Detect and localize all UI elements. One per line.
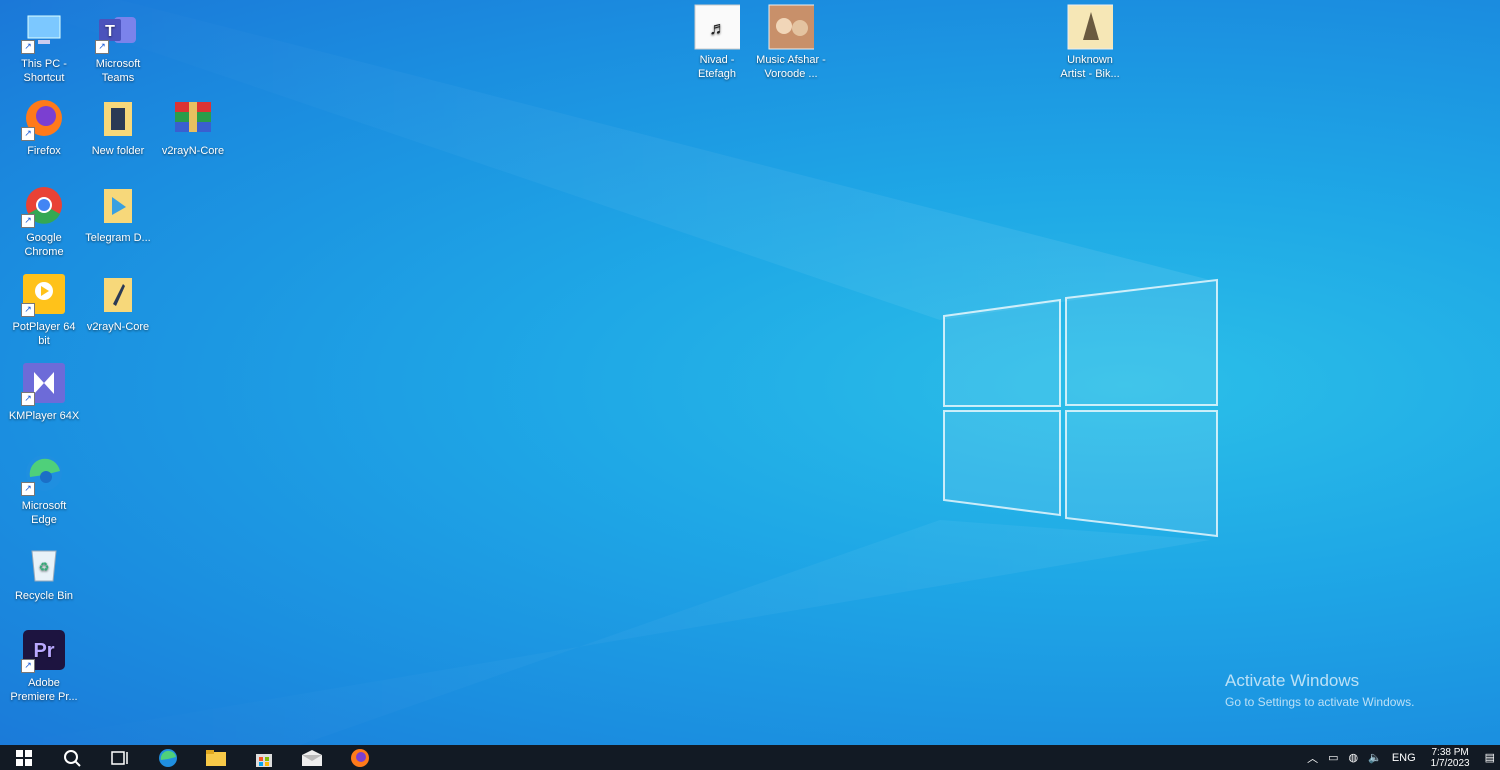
folder-icon bbox=[95, 95, 141, 141]
chrome-icon: ↗ bbox=[21, 182, 67, 228]
desktop-icon-unknown-artist[interactable]: Unknown Artist - Bik... bbox=[1052, 4, 1128, 81]
windows-logo-icon bbox=[16, 749, 32, 766]
icon-label: Google Chrome bbox=[24, 232, 64, 258]
edge-icon: ↗ bbox=[21, 450, 67, 496]
desktop-icon-v2rayn-folder[interactable]: v2rayN-Core bbox=[80, 271, 156, 334]
search-button[interactable] bbox=[48, 745, 96, 770]
desktop-icon-kmplayer[interactable]: ↗ KMPlayer 64X bbox=[6, 360, 82, 423]
task-view-button[interactable] bbox=[96, 745, 144, 770]
kmplayer-icon: ↗ bbox=[21, 360, 67, 406]
icon-label: Nivad - Etefagh bbox=[698, 54, 736, 80]
shortcut-arrow-icon: ↗ bbox=[21, 392, 35, 406]
desktop-icon-nivad-etefagh[interactable]: ♬ Nivad - Etefagh bbox=[679, 4, 755, 81]
icon-label: Music Afshar - Voroode ... bbox=[756, 54, 826, 80]
icon-label: Telegram D... bbox=[85, 232, 151, 244]
desktop-icon-v2rayn-archive[interactable]: v2rayN-Core bbox=[155, 95, 231, 158]
start-button[interactable] bbox=[0, 745, 48, 770]
firefox-icon: ↗ bbox=[21, 95, 67, 141]
desktop-icon-new-folder[interactable]: New folder bbox=[80, 95, 156, 158]
store-icon bbox=[256, 753, 272, 767]
taskbar-file-explorer-button[interactable] bbox=[192, 745, 240, 770]
file-explorer-icon bbox=[206, 749, 226, 766]
icon-label: Adobe Premiere Pr... bbox=[10, 677, 78, 703]
shortcut-arrow-icon: ↗ bbox=[21, 659, 35, 673]
search-icon bbox=[64, 749, 81, 767]
folder-icon bbox=[95, 182, 141, 228]
clock-date: 1/7/2023 bbox=[1430, 757, 1470, 769]
notifications-icon[interactable]: ▤ bbox=[1485, 751, 1495, 764]
svg-text:♬: ♬ bbox=[709, 18, 727, 38]
desktop-icon-this-pc[interactable]: ↗ This PC - Shortcut bbox=[6, 8, 82, 85]
music-cover-icon: ♬ bbox=[694, 4, 740, 50]
desktop-icon-teams[interactable]: T ↗ Microsoft Teams bbox=[80, 8, 156, 85]
watermark-subtitle: Go to Settings to activate Windows. bbox=[1225, 695, 1415, 709]
this-pc-icon: ↗ bbox=[21, 8, 67, 54]
watermark-title: Activate Windows bbox=[1225, 671, 1360, 690]
taskbar-edge-button[interactable] bbox=[144, 745, 192, 770]
icon-label: KMPlayer 64X bbox=[8, 410, 80, 422]
icon-label: Unknown Artist - Bik... bbox=[1060, 54, 1120, 80]
shortcut-arrow-icon: ↗ bbox=[21, 482, 35, 496]
svg-text:Pr: Pr bbox=[33, 640, 54, 662]
desktop-icon-potplayer[interactable]: ↗ PotPlayer 64 bit bbox=[6, 271, 82, 348]
taskbar: ︿ ▭ ◍ 🔈 ENG 7:38 PM 1/7/2023 ▤ bbox=[0, 745, 1500, 770]
icon-label: Microsoft Edge bbox=[21, 500, 67, 526]
shortcut-arrow-icon: ↗ bbox=[21, 214, 35, 228]
shortcut-arrow-icon: ↗ bbox=[21, 127, 35, 141]
desktop-icon-telegram-folder[interactable]: Telegram D... bbox=[80, 182, 156, 245]
volume-icon[interactable]: 🔈 bbox=[1368, 751, 1382, 764]
edge-icon bbox=[159, 748, 177, 767]
desktop-icon-firefox[interactable]: ↗ Firefox bbox=[6, 95, 82, 158]
desktop-icon-chrome[interactable]: ↗ Google Chrome bbox=[6, 182, 82, 259]
teams-icon: T ↗ bbox=[95, 8, 141, 54]
music-cover-icon bbox=[768, 4, 814, 50]
icon-label: This PC - Shortcut bbox=[21, 58, 67, 84]
taskbar-mail-button[interactable] bbox=[288, 745, 336, 770]
recycle-bin-icon: ♻ bbox=[21, 540, 67, 586]
winrar-archive-icon bbox=[170, 95, 216, 141]
language-indicator[interactable]: ENG bbox=[1392, 752, 1416, 764]
taskbar-store-button[interactable] bbox=[240, 745, 288, 770]
music-cover-icon bbox=[1067, 4, 1113, 50]
icon-label: New folder bbox=[91, 145, 145, 157]
shortcut-arrow-icon: ↗ bbox=[95, 40, 109, 54]
firefox-icon bbox=[351, 748, 369, 767]
desktop-icon-recycle-bin[interactable]: ♻ Recycle Bin bbox=[6, 540, 82, 603]
desktop-icon-music-afshar[interactable]: Music Afshar - Voroode ... bbox=[753, 4, 829, 81]
desktop: ↗ This PC - Shortcut ↗ Firefox ↗ Google … bbox=[0, 0, 1500, 745]
mail-icon bbox=[302, 749, 322, 766]
svg-text:♻: ♻ bbox=[39, 560, 50, 574]
icon-label: v2rayN-Core bbox=[161, 145, 225, 157]
icon-label: Microsoft Teams bbox=[95, 58, 141, 84]
svg-text:T: T bbox=[105, 23, 115, 40]
system-tray: ︿ ▭ ◍ 🔈 ENG 7:38 PM 1/7/2023 ▤ bbox=[1302, 745, 1500, 770]
activate-windows-watermark: Activate Windows Go to Settings to activ… bbox=[1225, 671, 1414, 709]
desktop-icon-premiere[interactable]: Pr ↗ Adobe Premiere Pr... bbox=[6, 627, 82, 704]
clock-time: 7:38 PM bbox=[1431, 746, 1469, 758]
shortcut-arrow-icon: ↗ bbox=[21, 303, 35, 317]
battery-icon[interactable]: ▭ bbox=[1328, 751, 1338, 764]
premiere-icon: Pr ↗ bbox=[21, 627, 67, 673]
desktop-icon-edge[interactable]: ↗ Microsoft Edge bbox=[6, 450, 82, 527]
icon-label: Recycle Bin bbox=[14, 590, 74, 602]
folder-icon bbox=[95, 271, 141, 317]
show-hidden-icons-chevron-icon[interactable]: ︿ bbox=[1307, 750, 1318, 766]
network-globe-icon[interactable]: ◍ bbox=[1349, 751, 1359, 764]
icon-label: v2rayN-Core bbox=[86, 321, 150, 333]
icon-label: Firefox bbox=[27, 145, 61, 157]
icon-label: PotPlayer 64 bit bbox=[12, 321, 76, 347]
clock[interactable]: 7:38 PM 1/7/2023 bbox=[1431, 747, 1470, 769]
task-view-icon bbox=[111, 750, 128, 765]
potplayer-icon: ↗ bbox=[21, 271, 67, 317]
taskbar-firefox-button[interactable] bbox=[336, 745, 384, 770]
shortcut-arrow-icon: ↗ bbox=[21, 40, 35, 54]
